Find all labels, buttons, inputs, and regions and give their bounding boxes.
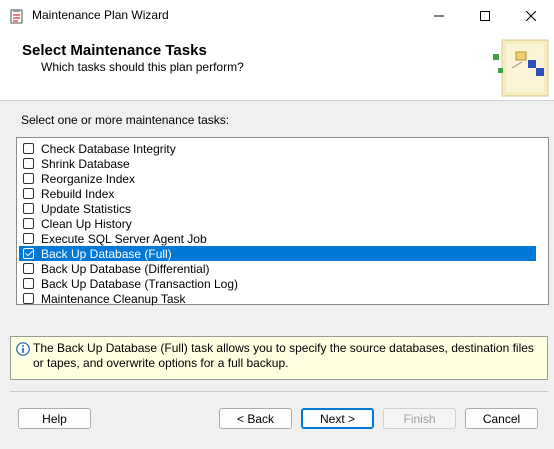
task-label: Back Up Database (Full) xyxy=(41,246,172,261)
title-bar: Maintenance Plan Wizard xyxy=(0,0,554,32)
task-label: Clean Up History xyxy=(41,216,132,231)
task-item[interactable]: Back Up Database (Full) xyxy=(19,246,536,261)
task-item[interactable]: Check Database Integrity xyxy=(19,141,536,156)
task-label: Shrink Database xyxy=(41,156,130,171)
close-icon xyxy=(526,11,536,21)
checkbox[interactable] xyxy=(23,233,34,244)
checkbox-checked[interactable] xyxy=(23,248,34,259)
checkbox[interactable] xyxy=(23,203,34,214)
wizard-graphic-icon xyxy=(493,39,549,97)
checkbox[interactable] xyxy=(23,173,34,184)
task-item[interactable]: Clean Up History xyxy=(19,216,536,231)
cancel-button[interactable]: Cancel xyxy=(465,408,538,429)
window-title: Maintenance Plan Wizard xyxy=(32,8,169,22)
task-label: Back Up Database (Transaction Log) xyxy=(41,276,238,291)
checkbox[interactable] xyxy=(23,158,34,169)
footer-divider xyxy=(10,391,548,392)
wizard-header: Select Maintenance Tasks Which tasks sho… xyxy=(0,32,554,101)
task-item[interactable]: Maintenance Cleanup Task xyxy=(19,291,536,306)
task-label: Back Up Database (Differential) xyxy=(41,261,210,276)
task-label: Reorganize Index xyxy=(41,171,136,186)
task-label: Execute SQL Server Agent Job xyxy=(41,231,207,246)
minimize-button[interactable] xyxy=(416,0,462,32)
maximize-icon xyxy=(480,11,490,21)
page-title: Select Maintenance Tasks xyxy=(22,42,207,59)
close-button[interactable] xyxy=(508,0,554,32)
checkbox[interactable] xyxy=(23,143,34,154)
maximize-button[interactable] xyxy=(462,0,508,32)
checkbox[interactable] xyxy=(23,188,34,199)
wizard-app-icon xyxy=(10,9,23,24)
task-item[interactable]: Back Up Database (Differential) xyxy=(19,261,536,276)
task-label: Rebuild Index xyxy=(41,186,115,201)
page-subtitle: Which tasks should this plan perform? xyxy=(41,60,244,74)
checkbox[interactable] xyxy=(23,293,34,304)
info-icon xyxy=(16,342,30,356)
back-button[interactable]: < Back xyxy=(219,408,292,429)
checkbox[interactable] xyxy=(23,263,34,274)
task-item[interactable]: Rebuild Index xyxy=(19,186,536,201)
task-label: Check Database Integrity xyxy=(41,141,176,156)
maintenance-task-list[interactable]: Check Database Integrity Shrink Database R… xyxy=(16,137,549,306)
task-item[interactable]: Update Statistics xyxy=(19,201,536,216)
help-button[interactable]: Help xyxy=(18,408,91,429)
checkbox[interactable] xyxy=(23,218,34,229)
task-label: Update Statistics xyxy=(41,201,132,216)
task-item[interactable]: Reorganize Index xyxy=(19,171,536,186)
task-description-text: The Back Up Database (Full) task allows … xyxy=(33,341,534,370)
next-button[interactable]: Next > xyxy=(301,408,374,429)
minimize-icon xyxy=(434,15,444,17)
task-label: Maintenance Cleanup Task xyxy=(41,291,186,306)
task-item[interactable]: Shrink Database xyxy=(19,156,536,171)
task-item[interactable]: Back Up Database (Transaction Log) xyxy=(19,276,536,291)
task-item[interactable]: Execute SQL Server Agent Job xyxy=(19,231,536,246)
task-description-box: The Back Up Database (Full) task allows … xyxy=(10,336,548,380)
finish-button: Finish xyxy=(383,408,456,429)
tasks-prompt: Select one or more maintenance tasks: xyxy=(21,113,230,127)
checkbox[interactable] xyxy=(23,278,34,289)
